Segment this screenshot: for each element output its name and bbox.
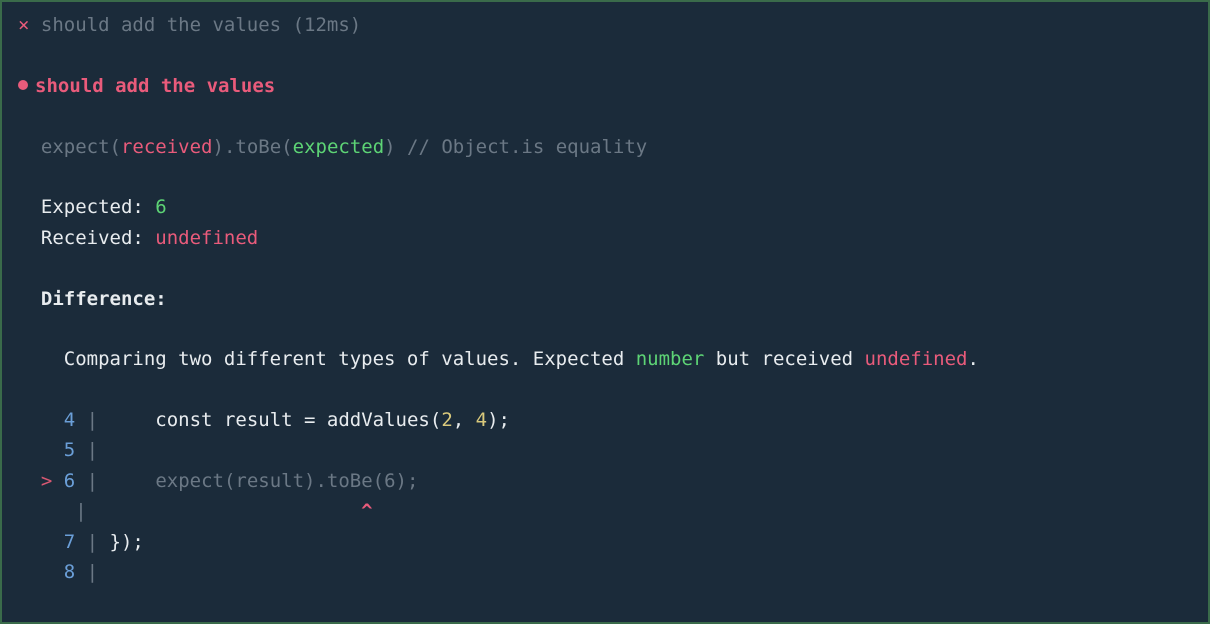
code-line-4: 4 | const result = addValues(2, 4); — [2, 405, 1208, 435]
code-line-7: 7 | }); — [2, 527, 1208, 557]
blank-line — [2, 40, 1208, 70]
received-value-line: Received: undefined — [2, 223, 1208, 253]
received-value: undefined — [155, 227, 258, 249]
code-line-8: 8 | — [2, 557, 1208, 587]
code-line-6: > 6 | expect(result).toBe(6); — [2, 466, 1208, 496]
assertion-line: expect(received).toBe(expected) // Objec… — [2, 132, 1208, 162]
received-type: undefined — [865, 348, 968, 370]
blank-line — [2, 314, 1208, 344]
blank-line — [2, 253, 1208, 283]
blank-line — [2, 375, 1208, 405]
expected-value-line: Expected: 6 — [2, 192, 1208, 222]
expected-token: expected — [293, 136, 385, 158]
test-summary-line: × should add the values (12ms) — [2, 10, 1208, 40]
test-name-summary: should add the values — [41, 14, 281, 36]
expected-value: 6 — [155, 196, 166, 218]
test-duration: (12ms) — [293, 14, 362, 36]
blank-line — [2, 162, 1208, 192]
difference-detail: Comparing two different types of values.… — [2, 344, 1208, 374]
code-line-5: 5 | — [2, 435, 1208, 465]
bullet-icon — [18, 80, 28, 90]
expected-type: number — [636, 348, 705, 370]
caret-icon: ^ — [361, 500, 372, 522]
failing-test-header: should add the values — [2, 71, 1208, 101]
difference-heading: Difference: — [2, 284, 1208, 314]
assertion-comment: // Object.is equality — [396, 136, 648, 158]
error-line-marker: > — [41, 470, 64, 492]
blank-line — [2, 101, 1208, 131]
fail-marker-icon: × — [18, 14, 29, 36]
received-token: received — [121, 136, 213, 158]
code-caret-line: | ^ — [2, 496, 1208, 526]
failing-test-name: should add the values — [35, 75, 275, 97]
